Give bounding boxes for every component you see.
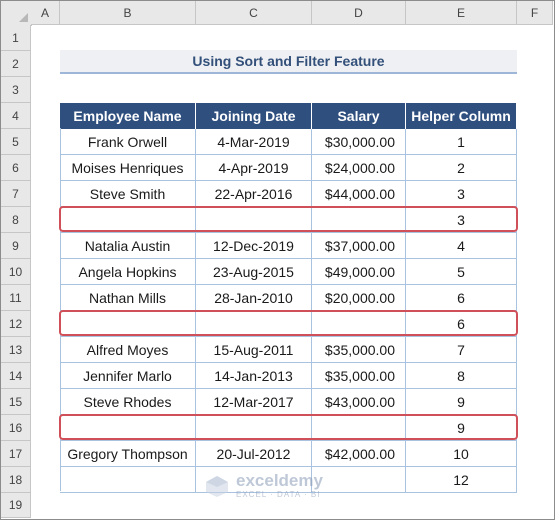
table-cell[interactable]: $20,000.00 xyxy=(312,285,406,311)
table-cell[interactable]: Steve Rhodes xyxy=(60,389,196,415)
row-header-9[interactable]: 9 xyxy=(1,233,31,259)
table-cell[interactable] xyxy=(60,467,196,493)
table-cell[interactable]: 28-Jan-2010 xyxy=(196,285,312,311)
row-header-13[interactable]: 13 xyxy=(1,337,31,363)
row-header-2[interactable]: 2 xyxy=(1,51,31,77)
table-cell[interactable]: 4-Apr-2019 xyxy=(196,155,312,181)
watermark-name: exceldemy xyxy=(236,471,323,490)
table-cell[interactable]: 2 xyxy=(406,155,517,181)
watermark-tagline: EXCEL · DATA · BI xyxy=(236,490,321,499)
table-cell[interactable]: $42,000.00 xyxy=(312,441,406,467)
table-cell[interactable] xyxy=(312,467,406,493)
exceldemy-logo-icon xyxy=(206,475,228,497)
row-header-11[interactable]: 11 xyxy=(1,285,31,311)
select-all-corner[interactable] xyxy=(1,1,32,26)
table-cell[interactable]: 3 xyxy=(406,181,517,207)
table-cell[interactable]: 5 xyxy=(406,259,517,285)
table-cell[interactable]: 8 xyxy=(406,363,517,389)
select-all-icon xyxy=(19,13,28,22)
table-header-cell[interactable]: Salary xyxy=(312,103,406,129)
table-cell[interactable]: 12 xyxy=(406,467,517,493)
row-header-14[interactable]: 14 xyxy=(1,363,31,389)
table-cell[interactable]: 12-Dec-2019 xyxy=(196,233,312,259)
row-header-16[interactable]: 16 xyxy=(1,415,31,441)
row-header-6[interactable]: 6 xyxy=(1,155,31,181)
table-header-cell[interactable]: Employee Name xyxy=(60,103,196,129)
table-cell[interactable]: $43,000.00 xyxy=(312,389,406,415)
table-cell[interactable]: 14-Jan-2013 xyxy=(196,363,312,389)
table-cell[interactable]: 7 xyxy=(406,337,517,363)
table-cell[interactable]: $35,000.00 xyxy=(312,363,406,389)
table-cell[interactable]: Steve Smith xyxy=(60,181,196,207)
row-header-7[interactable]: 7 xyxy=(1,181,31,207)
table-cell[interactable]: 20-Jul-2012 xyxy=(196,441,312,467)
row-header-3[interactable]: 3 xyxy=(1,77,31,103)
row-header-18[interactable]: 18 xyxy=(1,467,31,493)
table-cell[interactable]: Alfred Moyes xyxy=(60,337,196,363)
table-cell[interactable]: Frank Orwell xyxy=(60,129,196,155)
row-header-12[interactable]: 12 xyxy=(1,311,31,337)
row-header-15[interactable]: 15 xyxy=(1,389,31,415)
table-header-cell[interactable]: Joining Date xyxy=(196,103,312,129)
table-cell[interactable]: $30,000.00 xyxy=(312,129,406,155)
row-header-5[interactable]: 5 xyxy=(1,129,31,155)
table-cell[interactable]: Moises Henriques xyxy=(60,155,196,181)
row-header-19[interactable]: 19 xyxy=(1,493,31,518)
table-cell[interactable]: Angela Hopkins xyxy=(60,259,196,285)
highlight-row-12 xyxy=(59,310,518,336)
table-cell[interactable]: $37,000.00 xyxy=(312,233,406,259)
table-cell[interactable]: 4-Mar-2019 xyxy=(196,129,312,155)
table-cell[interactable]: 23-Aug-2015 xyxy=(196,259,312,285)
column-header-a[interactable]: A xyxy=(31,1,60,25)
table-cell[interactable]: Jennifer Marlo xyxy=(60,363,196,389)
table-cell[interactable]: Natalia Austin xyxy=(60,233,196,259)
row-header-1[interactable]: 1 xyxy=(1,25,31,51)
column-header-d[interactable]: D xyxy=(312,1,406,25)
table-cell[interactable]: Gregory Thompson xyxy=(60,441,196,467)
highlight-row-8 xyxy=(59,206,518,232)
sheet-title[interactable]: Using Sort and Filter Feature xyxy=(60,50,517,74)
table-cell[interactable]: 15-Aug-2011 xyxy=(196,337,312,363)
highlight-row-16 xyxy=(59,414,518,440)
row-header-10[interactable]: 10 xyxy=(1,259,31,285)
table-cell[interactable]: 4 xyxy=(406,233,517,259)
exceldemy-watermark: exceldemy EXCEL · DATA · BI xyxy=(204,472,323,499)
row-header-8[interactable]: 8 xyxy=(1,207,31,233)
table-cell[interactable]: 12-Mar-2017 xyxy=(196,389,312,415)
row-header-4[interactable]: 4 xyxy=(1,103,31,129)
row-header-17[interactable]: 17 xyxy=(1,441,31,467)
column-header-f[interactable]: F xyxy=(517,1,553,25)
table-cell[interactable]: $35,000.00 xyxy=(312,337,406,363)
column-header-b[interactable]: B xyxy=(60,1,196,25)
table-cell[interactable]: $49,000.00 xyxy=(312,259,406,285)
column-header-c[interactable]: C xyxy=(196,1,312,25)
table-cell[interactable]: 10 xyxy=(406,441,517,467)
table-cell[interactable]: 6 xyxy=(406,285,517,311)
table-cell[interactable]: 22-Apr-2016 xyxy=(196,181,312,207)
column-header-e[interactable]: E xyxy=(406,1,517,25)
table-header-cell[interactable]: Helper Column xyxy=(406,103,517,129)
table-cell[interactable]: Nathan Mills xyxy=(60,285,196,311)
table-cell[interactable]: $24,000.00 xyxy=(312,155,406,181)
table-cell[interactable]: 9 xyxy=(406,389,517,415)
table-cell[interactable]: 1 xyxy=(406,129,517,155)
table-cell[interactable]: $44,000.00 xyxy=(312,181,406,207)
